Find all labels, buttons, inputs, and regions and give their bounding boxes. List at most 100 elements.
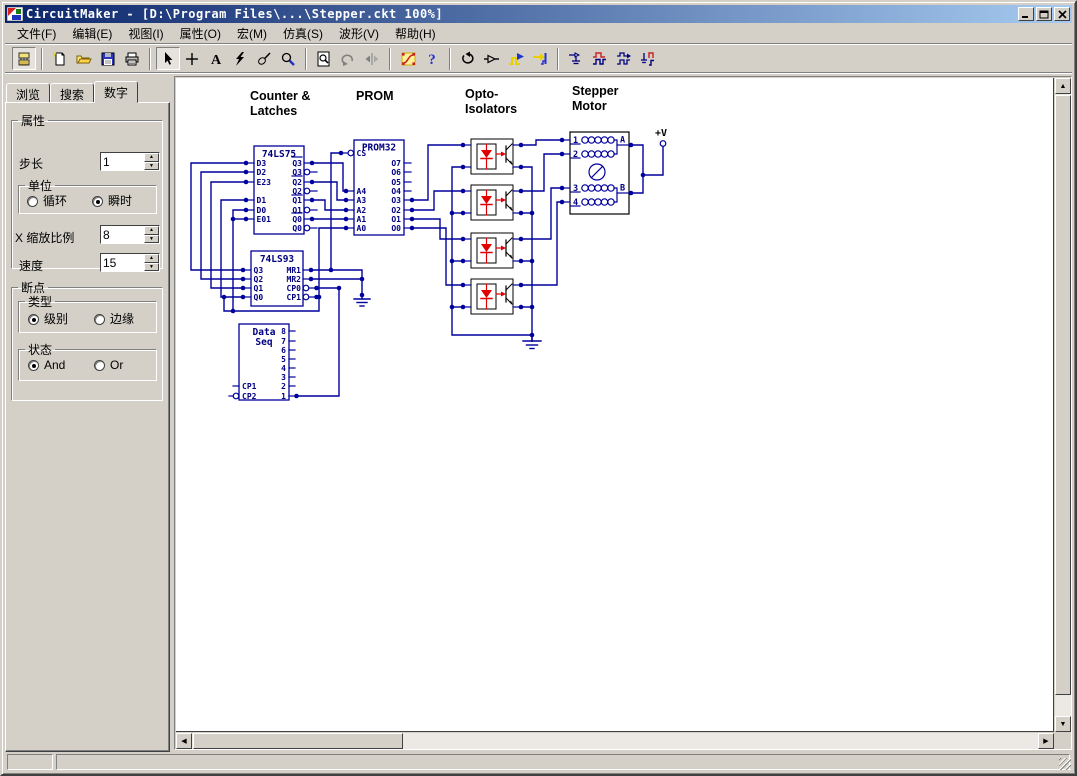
- resize-grip[interactable]: [1058, 757, 1071, 770]
- svg-text:D3: D3: [257, 159, 267, 168]
- breakpoint-or-radio[interactable]: Or: [94, 358, 123, 372]
- help-button[interactable]: ?: [420, 47, 444, 70]
- breakpoint-state-label: 状态: [25, 341, 55, 358]
- schematic-svg: Counter & Latches PROM Opto- Isolators S…: [176, 78, 1053, 727]
- svg-text:A2: A2: [357, 206, 367, 215]
- ground-symbol-2[interactable]: [523, 335, 541, 349]
- svg-text:Q0: Q0: [292, 215, 302, 224]
- tab-search[interactable]: 搜索: [50, 83, 94, 103]
- svg-text:?: ?: [428, 52, 436, 67]
- section-opto2: Isolators: [465, 102, 517, 116]
- xscale-up-button[interactable]: ▲: [144, 226, 159, 235]
- run-to-point-button[interactable]: [528, 47, 552, 70]
- horizontal-scrollbar[interactable]: ◀ ▶: [176, 733, 1054, 749]
- pulser-wave-icon: [616, 51, 633, 67]
- delete-tool-button[interactable]: [228, 47, 252, 70]
- breakpoint-level-radio[interactable]: 级别: [28, 310, 68, 327]
- menu-options[interactable]: 属性(O): [172, 23, 229, 44]
- xscale-down-button[interactable]: ▼: [144, 235, 159, 244]
- schematic-canvas[interactable]: Counter & Latches PROM Opto- Isolators S…: [176, 78, 1054, 732]
- rotate-button[interactable]: [336, 47, 360, 70]
- waveform-pulser-button[interactable]: [612, 47, 636, 70]
- breakpoint-and-radio[interactable]: And: [28, 358, 65, 372]
- svg-text:E23: E23: [257, 178, 272, 187]
- vertical-scroll-thumb[interactable]: [1055, 95, 1071, 695]
- power-v-symbol[interactable]: +V: [655, 128, 667, 146]
- section-stepper2: Motor: [572, 99, 607, 113]
- run-simulation-button[interactable]: [504, 47, 528, 70]
- menu-file[interactable]: 文件(F): [9, 23, 64, 44]
- mode-switch-icon: [400, 51, 417, 67]
- wire-tool-button[interactable]: [180, 47, 204, 70]
- radio-icon: [94, 314, 105, 325]
- split-wave-icon: [640, 51, 657, 67]
- opto-isolator-3[interactable]: [464, 233, 520, 268]
- speed-down-button[interactable]: ▼: [144, 263, 159, 272]
- scroll-left-button[interactable]: ◀: [176, 733, 192, 749]
- print-button[interactable]: [120, 47, 144, 70]
- step-size-up-button[interactable]: ▲: [144, 153, 159, 162]
- menu-simulation[interactable]: 仿真(S): [275, 23, 331, 44]
- probe-display-button[interactable]: [564, 47, 588, 70]
- svg-text:5: 5: [281, 355, 286, 364]
- save-file-button[interactable]: [96, 47, 120, 70]
- part-browser-button[interactable]: [12, 47, 36, 70]
- step-size-down-button[interactable]: ▼: [144, 162, 159, 171]
- select-arrow-button[interactable]: [156, 47, 180, 70]
- unit-cycle-radio[interactable]: 循环: [27, 192, 67, 209]
- speed-input[interactable]: [101, 254, 144, 271]
- waveform-display-button[interactable]: [588, 47, 612, 70]
- chip-74ls75[interactable]: 74LS75 D3 D2 E23 D1 D0 E01 Q3 Q3 Q2 Q2 Q…: [247, 146, 317, 234]
- chip-data-seq[interactable]: Data Seq 8 7 6 5 4 3 2 1 CP1 CP2: [229, 324, 295, 401]
- probe-tool-button[interactable]: [252, 47, 276, 70]
- scroll-up-button[interactable]: ▲: [1055, 78, 1071, 94]
- menu-macros[interactable]: 宏(M): [229, 23, 275, 44]
- menu-view[interactable]: 视图(I): [120, 23, 171, 44]
- waveform-split-button[interactable]: [636, 47, 660, 70]
- tab-browse[interactable]: 浏览: [6, 83, 50, 103]
- svg-text:6: 6: [281, 346, 286, 355]
- digital-analog-mode-button[interactable]: [396, 47, 420, 70]
- menu-wave[interactable]: 波形(V): [331, 23, 387, 44]
- vertical-scrollbar[interactable]: ▲ ▼: [1055, 78, 1071, 732]
- tab-digital[interactable]: 数字: [94, 81, 138, 103]
- step-probe-icon: [483, 51, 501, 67]
- mirror-button[interactable]: [360, 47, 384, 70]
- open-folder-icon: [76, 51, 92, 67]
- opto-isolators[interactable]: [464, 139, 520, 314]
- menu-edit[interactable]: 编辑(E): [64, 23, 120, 44]
- speed-spinbox: ▲ ▼: [100, 253, 160, 272]
- scroll-right-button[interactable]: ▶: [1038, 733, 1054, 749]
- scroll-down-button[interactable]: ▼: [1055, 716, 1071, 732]
- stepper-motor-symbol[interactable]: 1 2 3 4 A B: [563, 132, 629, 214]
- svg-text:E01: E01: [257, 215, 272, 224]
- horizontal-scroll-thumb[interactable]: [193, 733, 403, 749]
- breakpoint-edge-radio[interactable]: 边缘: [94, 310, 134, 327]
- menu-help[interactable]: 帮助(H): [387, 23, 444, 44]
- unit-instant-radio[interactable]: 瞬时: [92, 192, 132, 209]
- text-tool-button[interactable]: A: [204, 47, 228, 70]
- close-button[interactable]: [1054, 7, 1070, 21]
- step-size-input[interactable]: [101, 153, 144, 170]
- step-simulation-button[interactable]: [480, 47, 504, 70]
- new-file-button[interactable]: [48, 47, 72, 70]
- zoom-tool-button[interactable]: [276, 47, 300, 70]
- reset-simulation-button[interactable]: [456, 47, 480, 70]
- opto-isolator-2[interactable]: [464, 185, 520, 220]
- svg-text:Seq: Seq: [255, 337, 272, 348]
- open-file-button[interactable]: [72, 47, 96, 70]
- opto-isolator-4[interactable]: [464, 279, 520, 314]
- digital-tab-panel: 属性 步长 ▲ ▼ 单位 循环 瞬时 X 缩放比例 ▲ ▼: [5, 102, 170, 752]
- window-title: CircuitMaker - [D:\Program Files\...\Ste…: [26, 7, 1018, 21]
- xscale-input[interactable]: [101, 226, 144, 243]
- minimize-button[interactable]: [1018, 7, 1034, 21]
- speed-up-button[interactable]: ▲: [144, 254, 159, 263]
- title-bar[interactable]: CircuitMaker - [D:\Program Files\...\Ste…: [5, 5, 1072, 23]
- chip-prom32[interactable]: PROM32 CS A4 A3 A2 A1 A0 O7 O6 O5 O4 O3 …: [342, 140, 411, 235]
- zoom-select-button[interactable]: [312, 47, 336, 70]
- properties-group-label: 属性: [18, 112, 48, 129]
- maximize-button[interactable]: [1036, 7, 1052, 21]
- chip-74ls93[interactable]: 74LS93 Q3 Q2 Q1 Q0 MR1 MR2 CP0 CP1: [244, 251, 316, 306]
- opto-isolator-1[interactable]: [464, 139, 520, 174]
- ground-symbol-1[interactable]: [354, 295, 370, 306]
